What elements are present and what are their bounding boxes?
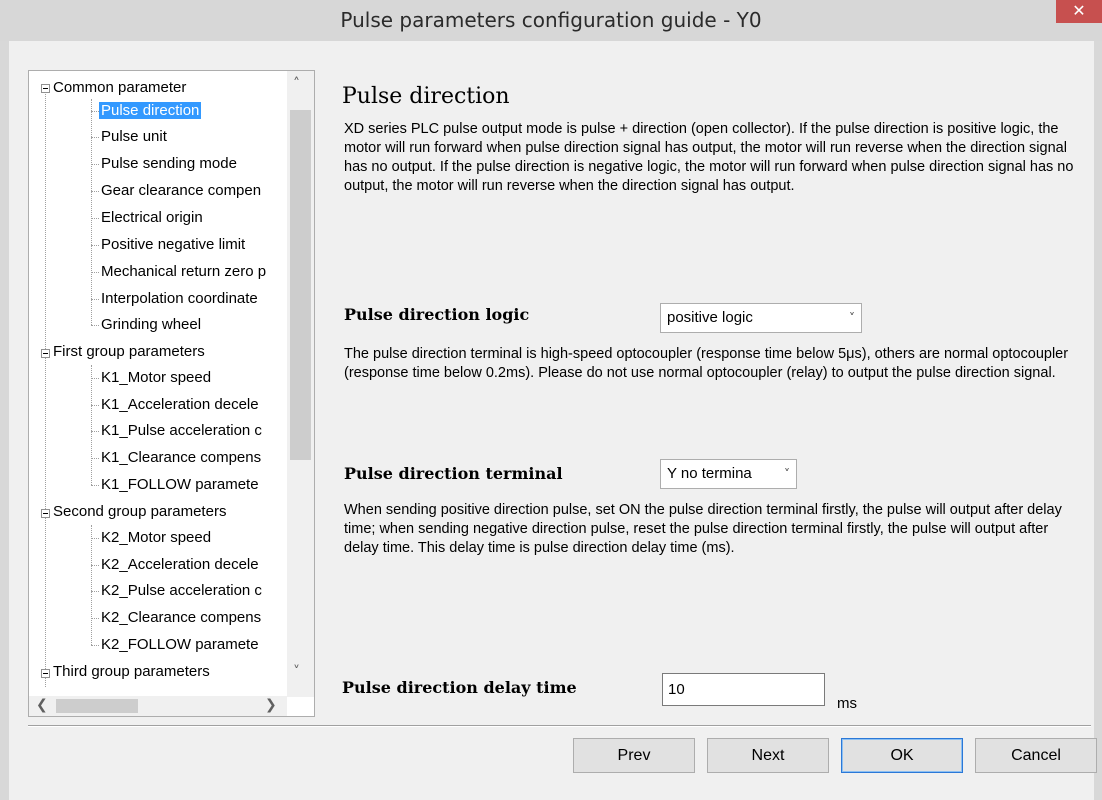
scroll-up-icon[interactable]: ˄ (293, 76, 300, 92)
tree-item[interactable]: K1_Acceleration decele (101, 392, 259, 418)
tree-group-third[interactable]: Third group parameters (53, 659, 210, 685)
pulse-direction-logic-value: positive logic (667, 309, 753, 326)
tree-connector (91, 405, 99, 406)
tree-group-first[interactable]: First group parameters (53, 339, 205, 365)
tree-connector (91, 111, 99, 112)
ok-button[interactable]: OK (841, 738, 963, 773)
tree-connector (91, 272, 99, 273)
title-bar[interactable]: Pulse parameters configuration guide - Y… (0, 0, 1102, 41)
tree-connector (91, 245, 99, 246)
logic-description: The pulse direction terminal is high-spe… (344, 346, 1069, 381)
intro-description: XD series PLC pulse output mode is pulse… (344, 121, 1074, 194)
pulse-direction-terminal-value: Y no termina (667, 465, 752, 482)
tree-item[interactable]: K2_FOLLOW paramete (101, 632, 259, 658)
section-heading: Pulse direction (342, 84, 510, 109)
tree-connector (91, 299, 99, 300)
chevron-down-icon: ˅ (849, 311, 855, 325)
tree-item[interactable]: K1_FOLLOW paramete (101, 472, 259, 498)
tree-connector (91, 458, 99, 459)
pulse-direction-delay-input[interactable]: 10 (662, 673, 825, 706)
tree-item[interactable]: K1_Pulse acceleration c (101, 418, 262, 444)
tree-connector (91, 591, 99, 592)
tree-group-second[interactable]: Second group parameters (53, 499, 226, 525)
collapse-icon[interactable] (41, 669, 50, 678)
tree-connector (91, 525, 92, 645)
tree-item-pulse-direction[interactable]: Pulse direction (99, 98, 202, 124)
tree-horizontal-scroll-thumb[interactable] (56, 699, 138, 713)
tree-connector (91, 137, 99, 138)
cancel-button[interactable]: Cancel (975, 738, 1097, 773)
collapse-icon[interactable] (41, 509, 50, 518)
tree-item[interactable]: Grinding wheel (101, 312, 201, 338)
tree-connector (45, 91, 46, 687)
pulse-direction-logic-select[interactable]: positive logic ˅ (660, 303, 862, 333)
close-icon[interactable]: ✕ (1056, 0, 1102, 23)
tree-connector (91, 218, 99, 219)
tree-item[interactable]: K2_Motor speed (101, 525, 211, 551)
scroll-right-icon[interactable]: ❯ (265, 697, 277, 713)
tree-connector (91, 431, 99, 432)
tree-item[interactable]: Pulse sending mode (101, 151, 237, 177)
scroll-left-icon[interactable]: ❮ (36, 697, 48, 713)
tree-connector (91, 565, 99, 566)
window-border-left (0, 41, 9, 800)
tree-item[interactable]: K2_Clearance compens (101, 605, 261, 631)
tree-connector (91, 538, 99, 539)
prev-button[interactable]: Prev (573, 738, 695, 773)
pulse-direction-terminal-label: Pulse direction terminal (344, 464, 563, 483)
tree-item[interactable]: K2_Pulse acceleration c (101, 578, 262, 604)
tree-item[interactable]: Interpolation coordinate (101, 286, 258, 312)
tree-item[interactable]: Positive negative limit (101, 232, 245, 258)
tree-connector (91, 618, 99, 619)
tree-connector (91, 485, 99, 486)
tree-connector (91, 645, 99, 646)
collapse-icon[interactable] (41, 84, 50, 93)
pulse-direction-terminal-select[interactable]: Y no termina ˅ (660, 459, 797, 489)
tree-item[interactable]: K2_Acceleration decele (101, 552, 259, 578)
tree-connector (91, 164, 99, 165)
button-separator (28, 725, 1091, 727)
pulse-direction-logic-label: Pulse direction logic (344, 305, 530, 324)
tree-item[interactable]: K1_Clearance compens (101, 445, 261, 471)
tree-item[interactable]: K1_Motor speed (101, 365, 211, 391)
tree-connector (91, 191, 99, 192)
window-title: Pulse parameters configuration guide - Y… (340, 8, 762, 32)
dialog-window: Pulse parameters configuration guide - Y… (0, 0, 1102, 800)
pulse-direction-delay-label: Pulse direction delay time (342, 678, 577, 697)
tree-connector (91, 365, 92, 485)
parameter-tree[interactable]: Common parameter Pulse direction Pulse u… (28, 70, 315, 717)
scroll-down-icon[interactable]: ˅ (293, 664, 300, 680)
tree-connector (91, 325, 99, 326)
terminal-description: When sending positive direction pulse, s… (344, 502, 1062, 556)
selected-item-label: Pulse direction (99, 102, 202, 119)
collapse-icon[interactable] (41, 349, 50, 358)
next-button[interactable]: Next (707, 738, 829, 773)
window-border-right (1094, 41, 1102, 800)
delay-unit-label: ms (837, 695, 857, 712)
tree-item[interactable]: Mechanical return zero p (101, 259, 266, 285)
chevron-down-icon: ˅ (784, 467, 790, 481)
tree-item[interactable]: Electrical origin (101, 205, 203, 231)
tree-connector (91, 378, 99, 379)
tree-connector (91, 99, 92, 325)
tree-item[interactable]: Pulse unit (101, 124, 167, 150)
tree-item[interactable]: Gear clearance compen (101, 178, 261, 204)
tree-vertical-scroll-thumb[interactable] (290, 110, 311, 460)
